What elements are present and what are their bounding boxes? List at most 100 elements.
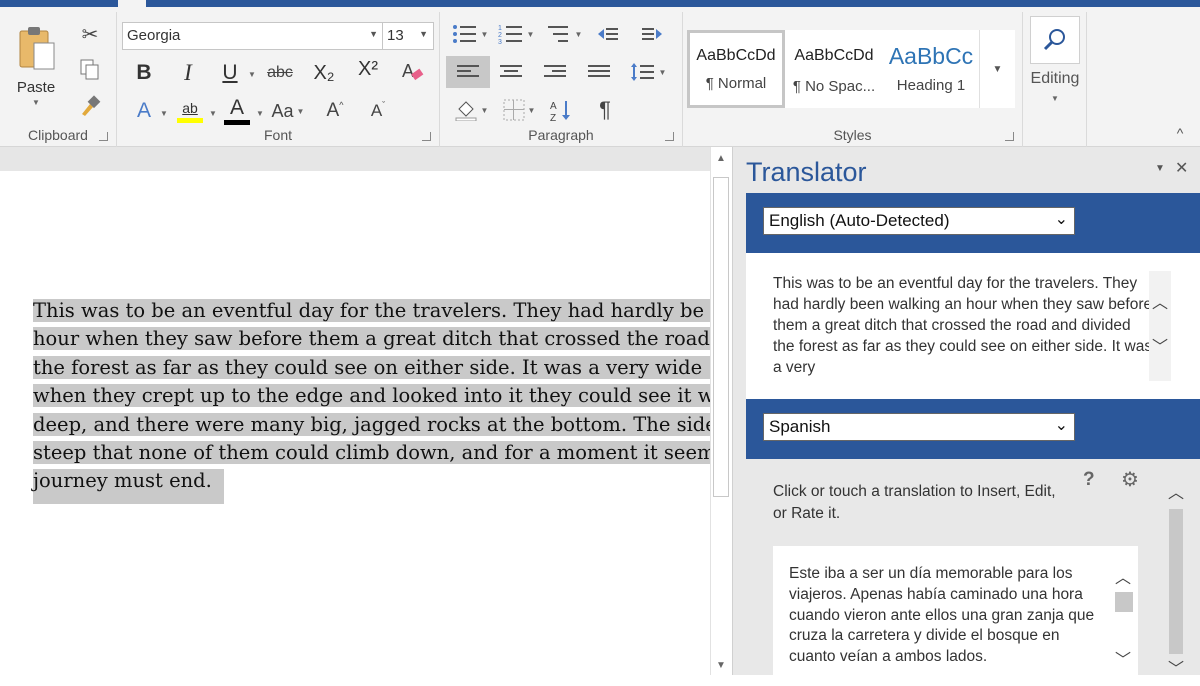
sort-button[interactable]: AZ: [546, 94, 576, 126]
borders-button[interactable]: ▼: [498, 94, 540, 126]
document-scrollbar[interactable]: ▲ ▼: [710, 147, 732, 675]
underline-button[interactable]: U: [217, 58, 243, 88]
multilevel-list-button[interactable]: ▼: [544, 20, 584, 48]
font-color-button[interactable]: A: [223, 94, 251, 128]
chevron-down-icon: ▼: [369, 29, 378, 39]
target-language-select[interactable]: Spanish ⌄: [763, 413, 1075, 441]
translation-hint: Click or touch a translation to Insert, …: [773, 483, 1056, 522]
chevron-down-icon: ▼: [480, 105, 489, 115]
styles-more-button[interactable]: ▼: [979, 30, 1015, 108]
italic-button[interactable]: I: [175, 58, 201, 88]
show-formatting-button[interactable]: ¶: [590, 94, 620, 126]
align-right-button[interactable]: [540, 56, 570, 88]
scroll-down-icon[interactable]: ▼: [716, 660, 726, 671]
chevron-down-icon: ▼: [248, 70, 256, 79]
source-language-select[interactable]: English (Auto-Detected) ⌄: [763, 207, 1075, 235]
scroll-up-icon[interactable]: ▲: [716, 153, 726, 164]
scroll-thumb[interactable]: [1169, 509, 1183, 654]
chevron-down-icon: ▼: [256, 109, 264, 118]
align-center-icon: [500, 65, 522, 77]
chevron-down-icon: ▼: [160, 109, 168, 118]
highlight-color-button[interactable]: ab: [175, 94, 205, 128]
font-dialog-launcher[interactable]: [422, 132, 431, 141]
text-line[interactable]: steep that none of them could climb down…: [33, 441, 710, 465]
chevron-down-icon[interactable]: ﹀: [1152, 333, 1168, 357]
borders-icon: [503, 99, 525, 121]
paste-icon: [19, 27, 55, 70]
line-spacing-icon: [630, 63, 654, 81]
font-size-value: 13: [387, 27, 404, 44]
translation-text[interactable]: Este iba a ser un día memorable para los…: [789, 564, 1109, 686]
pane-scrollbar[interactable]: ︿ ﹀: [1164, 479, 1190, 679]
translation-scrollbar[interactable]: ︿ ﹀: [1112, 564, 1134, 674]
translation-box[interactable]: Este iba a ser un día memorable para los…: [773, 546, 1138, 686]
paragraph-dialog-launcher[interactable]: [665, 132, 674, 141]
chevron-down-icon[interactable]: ﹀: [1115, 646, 1131, 670]
font-color-swatch: [224, 120, 250, 125]
gear-icon[interactable]: ⚙: [1121, 467, 1139, 492]
style-preview: AaBbCcDd: [696, 47, 776, 64]
style-name: Heading 1: [896, 77, 966, 94]
scroll-thumb[interactable]: [1115, 592, 1133, 612]
chevron-down-icon[interactable]: ﹀: [1168, 655, 1184, 679]
copy-button[interactable]: [76, 56, 104, 84]
justify-button[interactable]: [584, 56, 614, 88]
font-name-box[interactable]: Georgia ▼: [122, 22, 384, 50]
bullets-button[interactable]: ▼: [450, 20, 490, 48]
increase-indent-icon: [642, 28, 662, 40]
pane-options-icon[interactable]: ▼: [1155, 163, 1165, 174]
source-language-value: English (Auto-Detected): [769, 211, 950, 230]
align-center-button[interactable]: [496, 56, 526, 88]
styles-dialog-launcher[interactable]: [1005, 132, 1014, 141]
numbering-button[interactable]: 123 ▼: [496, 20, 536, 48]
superscript-button[interactable]: X²: [353, 54, 383, 84]
shrink-font-button[interactable]: Aˇ: [365, 96, 391, 126]
source-scrollbar[interactable]: ︿ ﹀: [1149, 271, 1171, 381]
text-line[interactable]: journey must end.: [33, 469, 224, 505]
decrease-indent-button[interactable]: [594, 20, 622, 48]
document-page[interactable]: This was to be an eventful day for the t…: [0, 171, 710, 675]
increase-indent-button[interactable]: [638, 20, 666, 48]
shading-button[interactable]: ▼: [450, 94, 492, 126]
change-case-button[interactable]: Aa ▼: [271, 96, 305, 126]
text-line[interactable]: the forest as far as they could see on e…: [33, 355, 710, 379]
paste-button[interactable]: Paste ▼: [12, 18, 60, 114]
text-line[interactable]: hour when they saw before them a great d…: [33, 327, 710, 351]
translator-pane: Translator ▼ ✕ English (Auto-Detected) ⌄…: [732, 147, 1200, 686]
search-icon: [1030, 16, 1080, 64]
clipboard-dialog-launcher[interactable]: [99, 132, 108, 141]
help-icon[interactable]: ?: [1083, 469, 1095, 491]
format-painter-button[interactable]: [76, 92, 104, 120]
style-heading-1[interactable]: AaBbCc Heading 1: [883, 30, 979, 108]
subscript-button[interactable]: X₂: [309, 58, 339, 88]
chevron-up-icon[interactable]: ︿: [1115, 564, 1131, 588]
style-no-spacing[interactable]: AaBbCcDd ¶ No Spac...: [785, 30, 883, 108]
chevron-down-icon: ⌄: [1054, 211, 1068, 228]
text-line[interactable]: This was to be an eventful day for the t…: [33, 299, 710, 322]
font-color-label: A: [229, 96, 244, 119]
text-effects-button[interactable]: A: [129, 96, 159, 126]
chevron-down-icon: ▼: [296, 106, 305, 116]
close-icon[interactable]: ✕: [1175, 158, 1188, 178]
grow-font-button[interactable]: A ^: [322, 96, 348, 126]
source-text-box: This was to be an eventful day for the t…: [746, 253, 1200, 399]
font-size-box[interactable]: 13 ▼: [382, 22, 434, 50]
paint-bucket-icon: [455, 101, 477, 121]
bold-button[interactable]: B: [131, 58, 157, 88]
style-normal[interactable]: AaBbCcDd ¶ Normal: [687, 30, 785, 108]
chevron-down-icon: ▼: [419, 29, 428, 39]
chevron-up-icon[interactable]: ︿: [1168, 479, 1184, 503]
clear-formatting-button[interactable]: A: [397, 56, 427, 86]
scroll-thumb[interactable]: [713, 177, 729, 497]
collapse-ribbon-button[interactable]: ^: [1170, 123, 1190, 143]
text-line[interactable]: when they crept up to the edge and looke…: [33, 384, 710, 408]
cut-button[interactable]: ✂: [76, 20, 104, 48]
strikethrough-button[interactable]: abc: [263, 58, 297, 88]
line-spacing-button[interactable]: ▼: [628, 56, 668, 88]
document-text[interactable]: This was to be an eventful day for the t…: [33, 297, 710, 505]
text-line[interactable]: deep, and there were many big, jagged ro…: [33, 412, 710, 436]
align-left-button[interactable]: [446, 56, 490, 88]
chevron-down-icon: ⌄: [1054, 417, 1068, 434]
chevron-up-icon[interactable]: ︿: [1152, 289, 1168, 313]
editing-button[interactable]: Editing ▼: [1029, 16, 1081, 112]
